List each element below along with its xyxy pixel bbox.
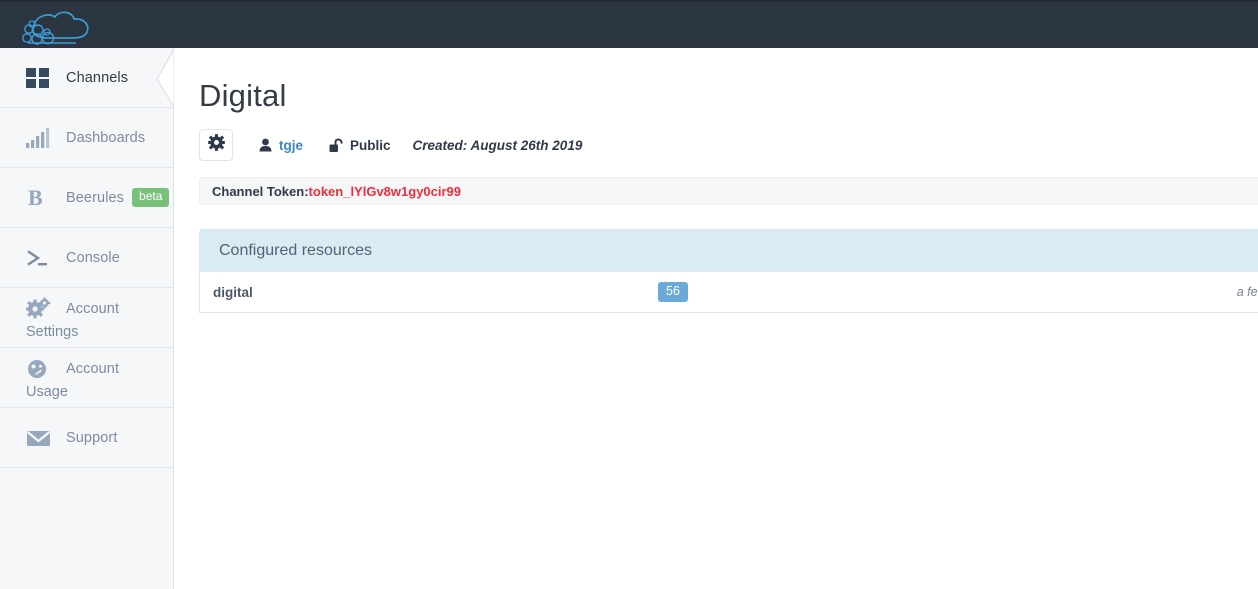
channel-visibility-label: Public xyxy=(350,138,391,153)
unlock-icon xyxy=(329,138,343,153)
sidebar: Channels Dashboards B Beerules beta xyxy=(0,48,174,589)
channel-settings-button[interactable] xyxy=(199,129,233,161)
envelope-icon xyxy=(26,425,56,451)
sidebar-item-label-second: Settings xyxy=(26,324,173,340)
channel-token-bar[interactable]: Channel Token:token_lYlGv8w1gy0cir99 xyxy=(199,177,1258,205)
user-icon xyxy=(259,138,272,152)
sidebar-item-label: Support xyxy=(66,430,118,446)
count-badge: 56 xyxy=(658,282,688,302)
active-pointer-notch xyxy=(156,49,174,107)
sidebar-item-label: Account xyxy=(66,301,119,317)
sidebar-item-label-second: Usage xyxy=(26,384,173,400)
resource-name: digital xyxy=(200,285,253,300)
main-content: Digital xyxy=(174,48,1258,589)
gauge-icon xyxy=(26,356,56,382)
terminal-prompt-icon xyxy=(26,245,56,271)
grid-squares-icon xyxy=(26,65,56,91)
channel-meta-row: tgje Public Created: August 26th 2019 xyxy=(174,114,1258,162)
channel-created-date: Created: August 26th 2019 xyxy=(413,138,583,153)
cloud-bubbles-logo[interactable] xyxy=(14,5,102,47)
sidebar-item-support[interactable]: Support xyxy=(0,408,173,468)
sidebar-item-label: Account xyxy=(66,361,119,377)
sidebar-item-label: Channels xyxy=(66,70,128,86)
channel-visibility: Public xyxy=(329,138,391,153)
sidebar-item-account-usage[interactable]: Account Usage xyxy=(0,348,173,408)
sidebar-item-dashboards[interactable]: Dashboards xyxy=(0,108,173,168)
channel-token-value[interactable]: token_lYlGv8w1gy0cir99 xyxy=(309,184,461,199)
beta-badge: beta xyxy=(132,188,169,206)
top-bar xyxy=(0,0,1258,48)
configured-resources-title: Configured resources xyxy=(200,230,1258,271)
channel-owner[interactable]: tgje xyxy=(259,138,303,153)
sidebar-item-beerules[interactable]: B Beerules beta xyxy=(0,168,173,228)
bar-chart-icon xyxy=(26,125,56,151)
channel-owner-link[interactable]: tgje xyxy=(279,138,303,153)
configured-resources-panel: Configured resources digital 56 a few se… xyxy=(199,229,1258,313)
sidebar-item-channels[interactable]: Channels xyxy=(0,48,173,108)
sidebar-item-label: Dashboards xyxy=(66,130,145,146)
sidebar-item-account-settings[interactable]: Account Settings xyxy=(0,288,173,348)
resource-count: 56 xyxy=(658,282,688,302)
gears-icon xyxy=(26,296,56,322)
resource-updated-time: a few seconds ago xyxy=(1237,285,1258,299)
channel-token-label: Channel Token: xyxy=(212,184,309,199)
svg-text:B: B xyxy=(28,186,43,210)
sidebar-item-console[interactable]: Console xyxy=(0,228,173,288)
gear-icon xyxy=(208,134,225,156)
letter-b-icon: B xyxy=(26,185,56,211)
sidebar-item-label: Console xyxy=(66,250,120,266)
sidebar-item-label: Beerules xyxy=(66,190,124,206)
page-title: Digital xyxy=(174,48,1258,114)
table-row[interactable]: digital 56 a few seconds ago xyxy=(200,271,1258,312)
